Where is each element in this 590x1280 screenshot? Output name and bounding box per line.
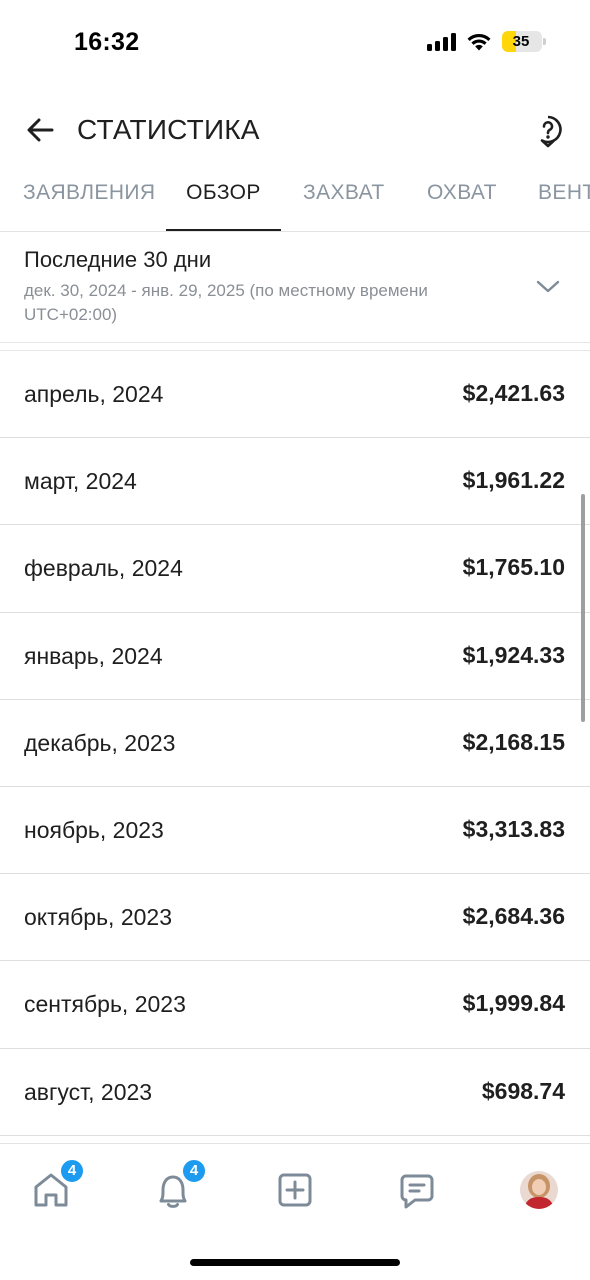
month-label: декабрь, 2023 (24, 729, 176, 756)
help-button[interactable] (530, 113, 566, 149)
notifications-badge: 4 (181, 1158, 207, 1184)
tab-overview[interactable]: ОБЗОР (166, 162, 281, 231)
tab-applications[interactable]: ЗАЯВЛЕНИЯ (23, 162, 155, 231)
amount-value: $1,999.84 (462, 990, 565, 1017)
avatar (520, 1171, 558, 1209)
amount-value: $698.74 (481, 1077, 565, 1104)
list-item[interactable]: ноябрь, 2023 $3,313.83 (0, 787, 590, 875)
period-title: Последние 30 дни (24, 247, 212, 272)
month-label: ноябрь, 2023 (24, 816, 164, 843)
nav-messages[interactable] (393, 1166, 441, 1214)
arrow-left-icon (27, 118, 54, 142)
status-icons: 35 (427, 31, 546, 52)
month-label: октябрь, 2023 (24, 904, 172, 931)
cellular-signal-icon (427, 32, 456, 51)
page-title: СТАТИСТИКА (77, 114, 260, 145)
tab-bar: ЗАЯВЛЕНИЯ ОБЗОР ЗАХВАТ ОХВАТ ВЕНТ (0, 162, 590, 232)
list-item[interactable]: март, 2024 $1,961.22 (0, 438, 590, 526)
amount-value: $2,168.15 (462, 728, 565, 755)
month-label: февраль, 2024 (24, 555, 183, 582)
message-icon (400, 1174, 434, 1209)
nav-home[interactable]: 4 (27, 1158, 85, 1214)
list-item[interactable]: декабрь, 2023 $2,168.15 (0, 700, 590, 787)
section-divider (0, 343, 590, 351)
period-range: дек. 30, 2024 - янв. 29, 2025 (по местно… (24, 281, 428, 324)
battery-cap (543, 38, 546, 45)
list-item[interactable]: октябрь, 2023 $2,684.36 (0, 874, 590, 962)
amount-value: $2,421.63 (462, 380, 565, 406)
month-label: январь, 2024 (24, 642, 163, 669)
nav-create[interactable] (271, 1166, 319, 1214)
battery-level: 35 (512, 33, 530, 50)
amount-value: $2,684.36 (462, 903, 565, 930)
amount-value: $1,961.22 (462, 467, 565, 494)
scrollbar[interactable] (581, 494, 585, 722)
app-header: СТАТИСТИКА (0, 100, 590, 162)
amount-value: $3,313.83 (462, 815, 565, 842)
list-item[interactable]: сентябрь, 2023 $1,999.84 (0, 961, 590, 1049)
chevron-down-icon (534, 273, 562, 301)
amount-value: $1,765.10 (462, 554, 565, 581)
month-label: апрель, 2024 (24, 381, 164, 407)
tab-next[interactable]: ВЕНТ (538, 162, 590, 231)
month-label: март, 2024 (24, 468, 137, 495)
month-label: сентябрь, 2023 (24, 991, 186, 1018)
list-item[interactable]: январь, 2024 $1,924.33 (0, 613, 590, 700)
list-item[interactable]: февраль, 2024 $1,765.10 (0, 525, 590, 613)
status-bar: 16:32 35 (0, 0, 590, 90)
period-selector[interactable]: Последние 30 дни дек. 30, 2024 - янв. 29… (0, 233, 590, 343)
amount-value: $1,924.33 (462, 641, 565, 668)
tab-reach[interactable]: ОХВАТ (427, 162, 497, 231)
plus-square-icon (278, 1173, 312, 1207)
back-button[interactable] (22, 112, 58, 148)
month-label: август, 2023 (24, 1078, 153, 1105)
list-item[interactable]: август, 2023 $698.74 (0, 1049, 590, 1136)
home-badge: 4 (59, 1158, 85, 1184)
home-indicator (190, 1259, 400, 1266)
monthly-earnings-list: апрель, 2024 $2,421.63 март, 2024 $1,961… (0, 351, 590, 1136)
status-time: 16:32 (74, 28, 140, 56)
wifi-icon (467, 33, 491, 50)
help-circle-icon (540, 115, 562, 148)
list-item[interactable]: апрель, 2024 $2,421.63 (0, 351, 590, 439)
nav-notifications[interactable]: 4 (149, 1158, 207, 1214)
tab-capture[interactable]: ЗАХВАТ (303, 162, 384, 231)
battery-icon: 35 (502, 31, 546, 52)
nav-profile[interactable] (515, 1166, 563, 1214)
